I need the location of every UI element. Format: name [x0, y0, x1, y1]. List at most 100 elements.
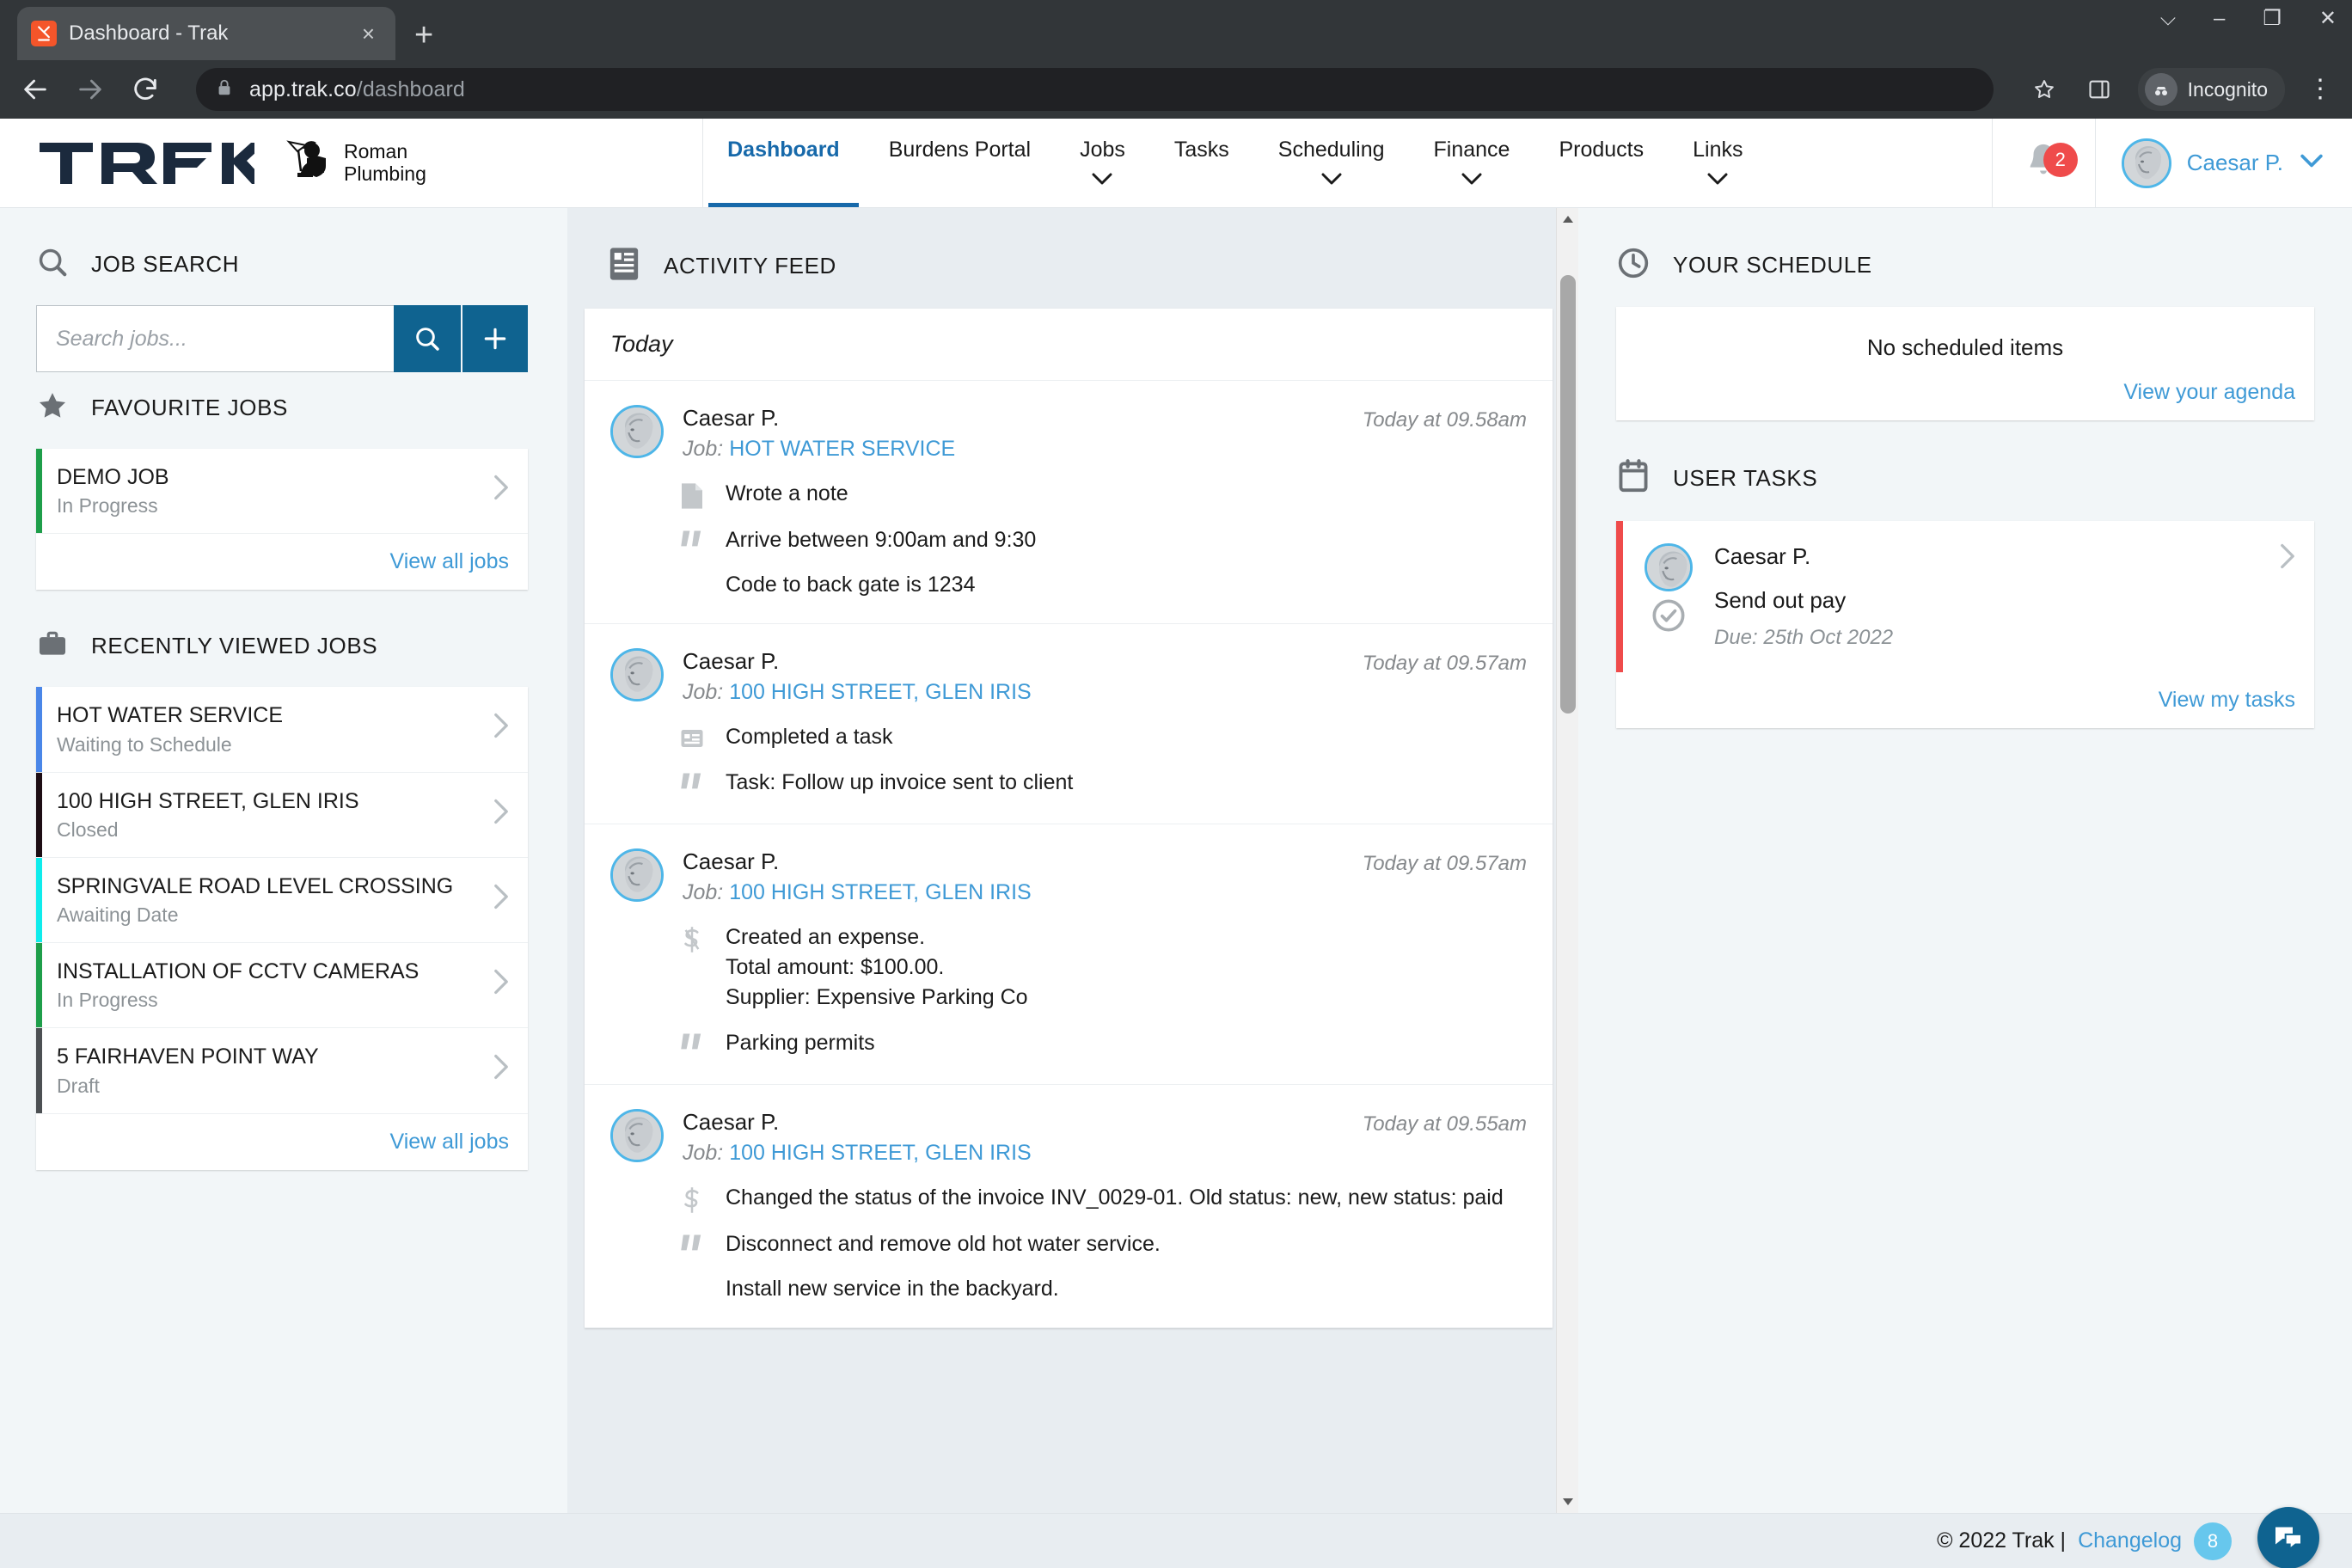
activity-feed-item[interactable]: Caesar P. Job: 100 HIGH STREET, GLEN IRIS…: [585, 1085, 1553, 1328]
task-assignee: Caesar P.: [1714, 543, 1811, 569]
nav-item-label: Links: [1693, 137, 1743, 162]
notifications-button[interactable]: 2: [1991, 119, 2095, 207]
view-all-favourite-jobs-link[interactable]: View all jobs: [389, 549, 509, 573]
activity-quote-line: Parking permits: [677, 1028, 1527, 1058]
nav-item-products[interactable]: Products: [1534, 119, 1668, 207]
job-list-item[interactable]: HOT WATER SERVICE Waiting to Schedule: [36, 687, 528, 773]
window-collapse-icon[interactable]: ⌵: [2160, 9, 2176, 29]
activity-job-prefix: Job:: [683, 437, 724, 461]
activity-item-identity: Caesar P. Job: 100 HIGH STREET, GLEN IRIS: [683, 1109, 1344, 1166]
window-close-icon[interactable]: ✕: [2319, 9, 2337, 29]
chevron-down-icon: [2300, 153, 2323, 173]
new-tab-button[interactable]: +: [414, 19, 433, 52]
job-status-color-bar: [36, 943, 42, 1028]
nav-item-tasks[interactable]: Tasks: [1149, 119, 1253, 207]
activity-feed-item[interactable]: Caesar P. Job: 100 HIGH STREET, GLEN IRIS…: [585, 624, 1553, 824]
activity-action-line: Completed a task: [677, 722, 1527, 752]
activity-action-line2: Total amount: $100.00.: [726, 955, 945, 979]
activity-action-main: Wrote a note: [726, 481, 848, 505]
activity-feed-item[interactable]: Caesar P. Job: 100 HIGH STREET, GLEN IRIS…: [585, 824, 1553, 1085]
user-tasks-card: Caesar P. Send out pay Due: 25th Oct 2022 V…: [1616, 521, 2314, 728]
activity-action-text: Wrote a note: [726, 479, 848, 509]
nav-item-label: Scheduling: [1277, 137, 1385, 162]
plumber-shield-icon: [284, 137, 334, 189]
window-maximize-icon[interactable]: ❐: [2263, 9, 2282, 29]
job-status: Draft: [57, 1074, 100, 1097]
browser-menu-icon[interactable]: ⋮: [2307, 77, 2333, 102]
search-input[interactable]: [36, 305, 394, 372]
quote-icon: [677, 1028, 707, 1056]
app-body: JOB SEARCH FAVOURITE JOBS DEMO JOB In Pro…: [0, 208, 2352, 1513]
scroll-up-icon[interactable]: [1557, 208, 1578, 230]
add-job-button[interactable]: [461, 305, 528, 372]
nav-item-burdens-portal[interactable]: Burdens Portal: [864, 119, 1055, 207]
job-list-item[interactable]: 100 HIGH STREET, GLEN IRIS Closed: [36, 772, 528, 858]
activity-job-prefix: Job:: [683, 680, 724, 704]
chat-button[interactable]: [2257, 1506, 2319, 1568]
changelog-count-badge: 8: [2194, 1522, 2232, 1560]
activity-job-link[interactable]: 100 HIGH STREET, GLEN IRIS: [729, 680, 1032, 704]
nav-item-label: Jobs: [1080, 137, 1125, 162]
browser-toolbar: app.trak.co/dashboard Incognito ⋮: [0, 60, 2352, 119]
chevron-right-icon: [480, 884, 509, 916]
search-icon: [36, 246, 69, 283]
browser-tab[interactable]: Dashboard - Trak ×: [17, 7, 395, 60]
side-panel-icon[interactable]: [2083, 73, 2116, 106]
job-texts: 5 FAIRHAVEN POINT WAY Draft: [57, 1044, 480, 1097]
incognito-label: Incognito: [2187, 77, 2268, 101]
back-icon[interactable]: [19, 73, 52, 106]
activity-feed-scrollbar[interactable]: [1556, 208, 1578, 1513]
copyright-text: © 2022 Trak |: [1937, 1528, 2067, 1553]
view-agenda-link[interactable]: View your agenda: [2123, 380, 2295, 404]
job-list-item[interactable]: INSTALLATION OF CCTV CAMERAS In Progress: [36, 943, 528, 1029]
activity-item-body: Completed a task Task: Follow up invoice …: [610, 722, 1527, 798]
reload-icon[interactable]: [129, 73, 162, 106]
changelog-link[interactable]: Changelog: [2078, 1528, 2182, 1553]
recently-viewed-card: HOT WATER SERVICE Waiting to Schedule 100 …: [36, 687, 528, 1170]
nav-item-dashboard[interactable]: Dashboard: [702, 119, 864, 207]
scrollbar-thumb[interactable]: [1560, 275, 1576, 714]
close-icon[interactable]: ×: [355, 19, 382, 48]
brand-area: Roman Plumbing: [0, 119, 426, 207]
bookmark-star-icon[interactable]: [2028, 73, 2061, 106]
activity-job-link[interactable]: HOT WATER SERVICE: [729, 437, 955, 461]
activity-job-link[interactable]: 100 HIGH STREET, GLEN IRIS: [729, 880, 1032, 904]
nav-item-finance[interactable]: Finance: [1409, 119, 1534, 207]
window-minimize-icon[interactable]: –: [2214, 9, 2225, 29]
job-list-item[interactable]: DEMO JOB In Progress: [36, 449, 528, 535]
view-all-recent-jobs-link[interactable]: View all jobs: [389, 1130, 509, 1154]
incognito-icon: [2144, 73, 2177, 106]
recently-viewed-header: RECENTLY VIEWED JOBS: [36, 628, 528, 665]
job-list-item[interactable]: 5 FAIRHAVEN POINT WAY Draft: [36, 1028, 528, 1114]
task-complete-check-icon[interactable]: [1651, 598, 1686, 637]
job-texts: 100 HIGH STREET, GLEN IRIS Closed: [57, 788, 480, 842]
user-menu[interactable]: Caesar P.: [2094, 119, 2352, 207]
main-navigation: Dashboard Burdens Portal Jobs Tasks Scheduli…: [478, 119, 1992, 207]
nav-item-jobs[interactable]: Jobs: [1055, 119, 1149, 207]
search-submit-button[interactable]: [394, 305, 461, 372]
job-list-item[interactable]: SPRINGVALE ROAD LEVEL CROSSING Awaiting D…: [36, 857, 528, 943]
address-bar[interactable]: app.trak.co/dashboard: [196, 68, 1994, 111]
clock-icon: [1616, 246, 1651, 285]
chevron-right-icon: [2266, 543, 2295, 576]
schedule-footer: View your agenda: [1616, 380, 2314, 420]
nav-item-label: Burdens Portal: [888, 137, 1032, 162]
forward-icon[interactable]: [74, 73, 107, 106]
scroll-down-icon[interactable]: [1557, 1491, 1578, 1513]
incognito-indicator[interactable]: Incognito: [2137, 68, 2285, 111]
trak-logo[interactable]: [40, 141, 268, 186]
activity-feed-column: ACTIVITY FEED Today Caesar P. Job: HOT WA…: [567, 208, 1578, 1513]
activity-feed-item[interactable]: Caesar P. Job: HOT WATER SERVICE Today at …: [585, 381, 1553, 624]
activity-quote-text: Arrive between 9:00am and 9:30: [726, 528, 1037, 552]
activity-job-link[interactable]: 100 HIGH STREET, GLEN IRIS: [729, 1141, 1032, 1165]
activity-item-header: Caesar P. Job: 100 HIGH STREET, GLEN IRIS…: [610, 648, 1527, 705]
view-my-tasks-link[interactable]: View my tasks: [2159, 688, 2295, 712]
activity-feed-card: Today Caesar P. Job: HOT WATER SERVICE Tod…: [585, 309, 1553, 1328]
briefcase-icon: [36, 628, 69, 665]
nav-item-links[interactable]: Links: [1668, 119, 1767, 207]
activity-action-main: Created an expense.: [726, 925, 926, 949]
user-task-item[interactable]: Caesar P. Send out pay Due: 25th Oct 2022: [1616, 521, 2314, 672]
nav-item-scheduling[interactable]: Scheduling: [1253, 119, 1409, 207]
recently-viewed-title: RECENTLY VIEWED JOBS: [91, 633, 378, 659]
chevron-right-icon: [480, 969, 509, 1001]
